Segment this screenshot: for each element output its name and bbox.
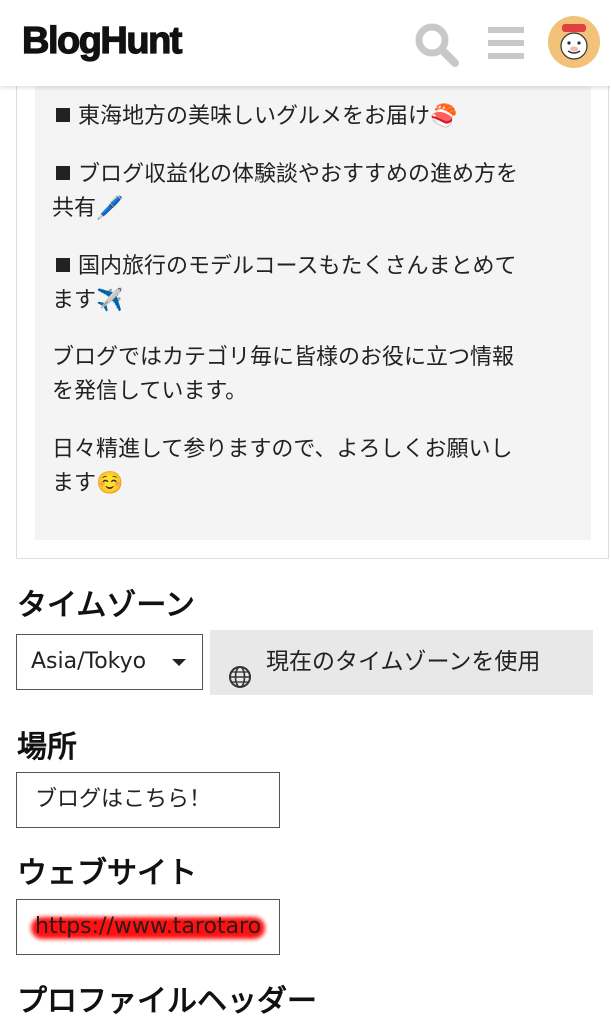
use-current-timezone-button[interactable]: 現在のタイムゾーンを使用	[210, 630, 593, 695]
timezone-heading: タイムゾーン	[17, 589, 195, 622]
website-value: https://www.tarotaro	[35, 914, 262, 939]
bio-line: ブログではカテゴリ毎に皆様のお役に立つ情報	[52, 345, 515, 370]
website-field[interactable]: https://www.tarotaro	[16, 899, 280, 955]
search-icon[interactable]	[414, 22, 460, 72]
bio-line: 日々精進して参りますので、よろしくお願いし	[52, 437, 513, 462]
location-value: ブログはこちら！	[35, 787, 212, 812]
bio-line: 国内旅行のモデルコースもたくさんまとめて	[52, 250, 572, 284]
timezone-select[interactable]: Asia/Tokyo	[16, 634, 203, 690]
bio-line: ブログ収益化の体験談やおすすめの進め方を	[52, 158, 572, 192]
website-heading: ウェブサイト	[17, 857, 197, 890]
bio-line: ます✈️	[52, 288, 124, 313]
hamburger-menu-icon[interactable]	[486, 25, 526, 65]
globe-icon	[228, 650, 252, 715]
timezone-selected-value: Asia/Tokyo	[31, 649, 147, 674]
bloghunt-logo[interactable]: BlogHunt	[21, 19, 183, 63]
bio-line: 東海地方の美味しいグルメをお届け🍣	[52, 100, 572, 134]
bio-text-area[interactable]: 東海地方の美味しいグルメをお届け🍣 ブログ収益化の体験談やおすすめの進め方を 共…	[35, 84, 591, 540]
profile-bio-card: 東海地方の美味しいグルメをお届け🍣 ブログ収益化の体験談やおすすめの進め方を 共…	[16, 84, 609, 559]
location-field[interactable]: ブログはこちら！	[16, 772, 280, 828]
bio-line: を発信しています。	[52, 379, 248, 404]
use-current-timezone-label: 現在のタイムゾーンを使用	[266, 649, 541, 675]
bio-line: 共有🖊️	[52, 196, 124, 221]
black-square-bullet-icon	[56, 166, 70, 180]
black-square-bullet-icon	[56, 258, 70, 272]
app-header: BlogHunt	[0, 0, 611, 86]
black-square-bullet-icon	[56, 108, 70, 122]
profile-header-heading: プロファイルヘッダー	[17, 985, 317, 1018]
user-avatar[interactable]	[548, 16, 600, 68]
bio-line: ます☺️	[52, 471, 124, 496]
caret-down-icon	[172, 659, 186, 666]
location-heading: 場所	[17, 731, 77, 764]
